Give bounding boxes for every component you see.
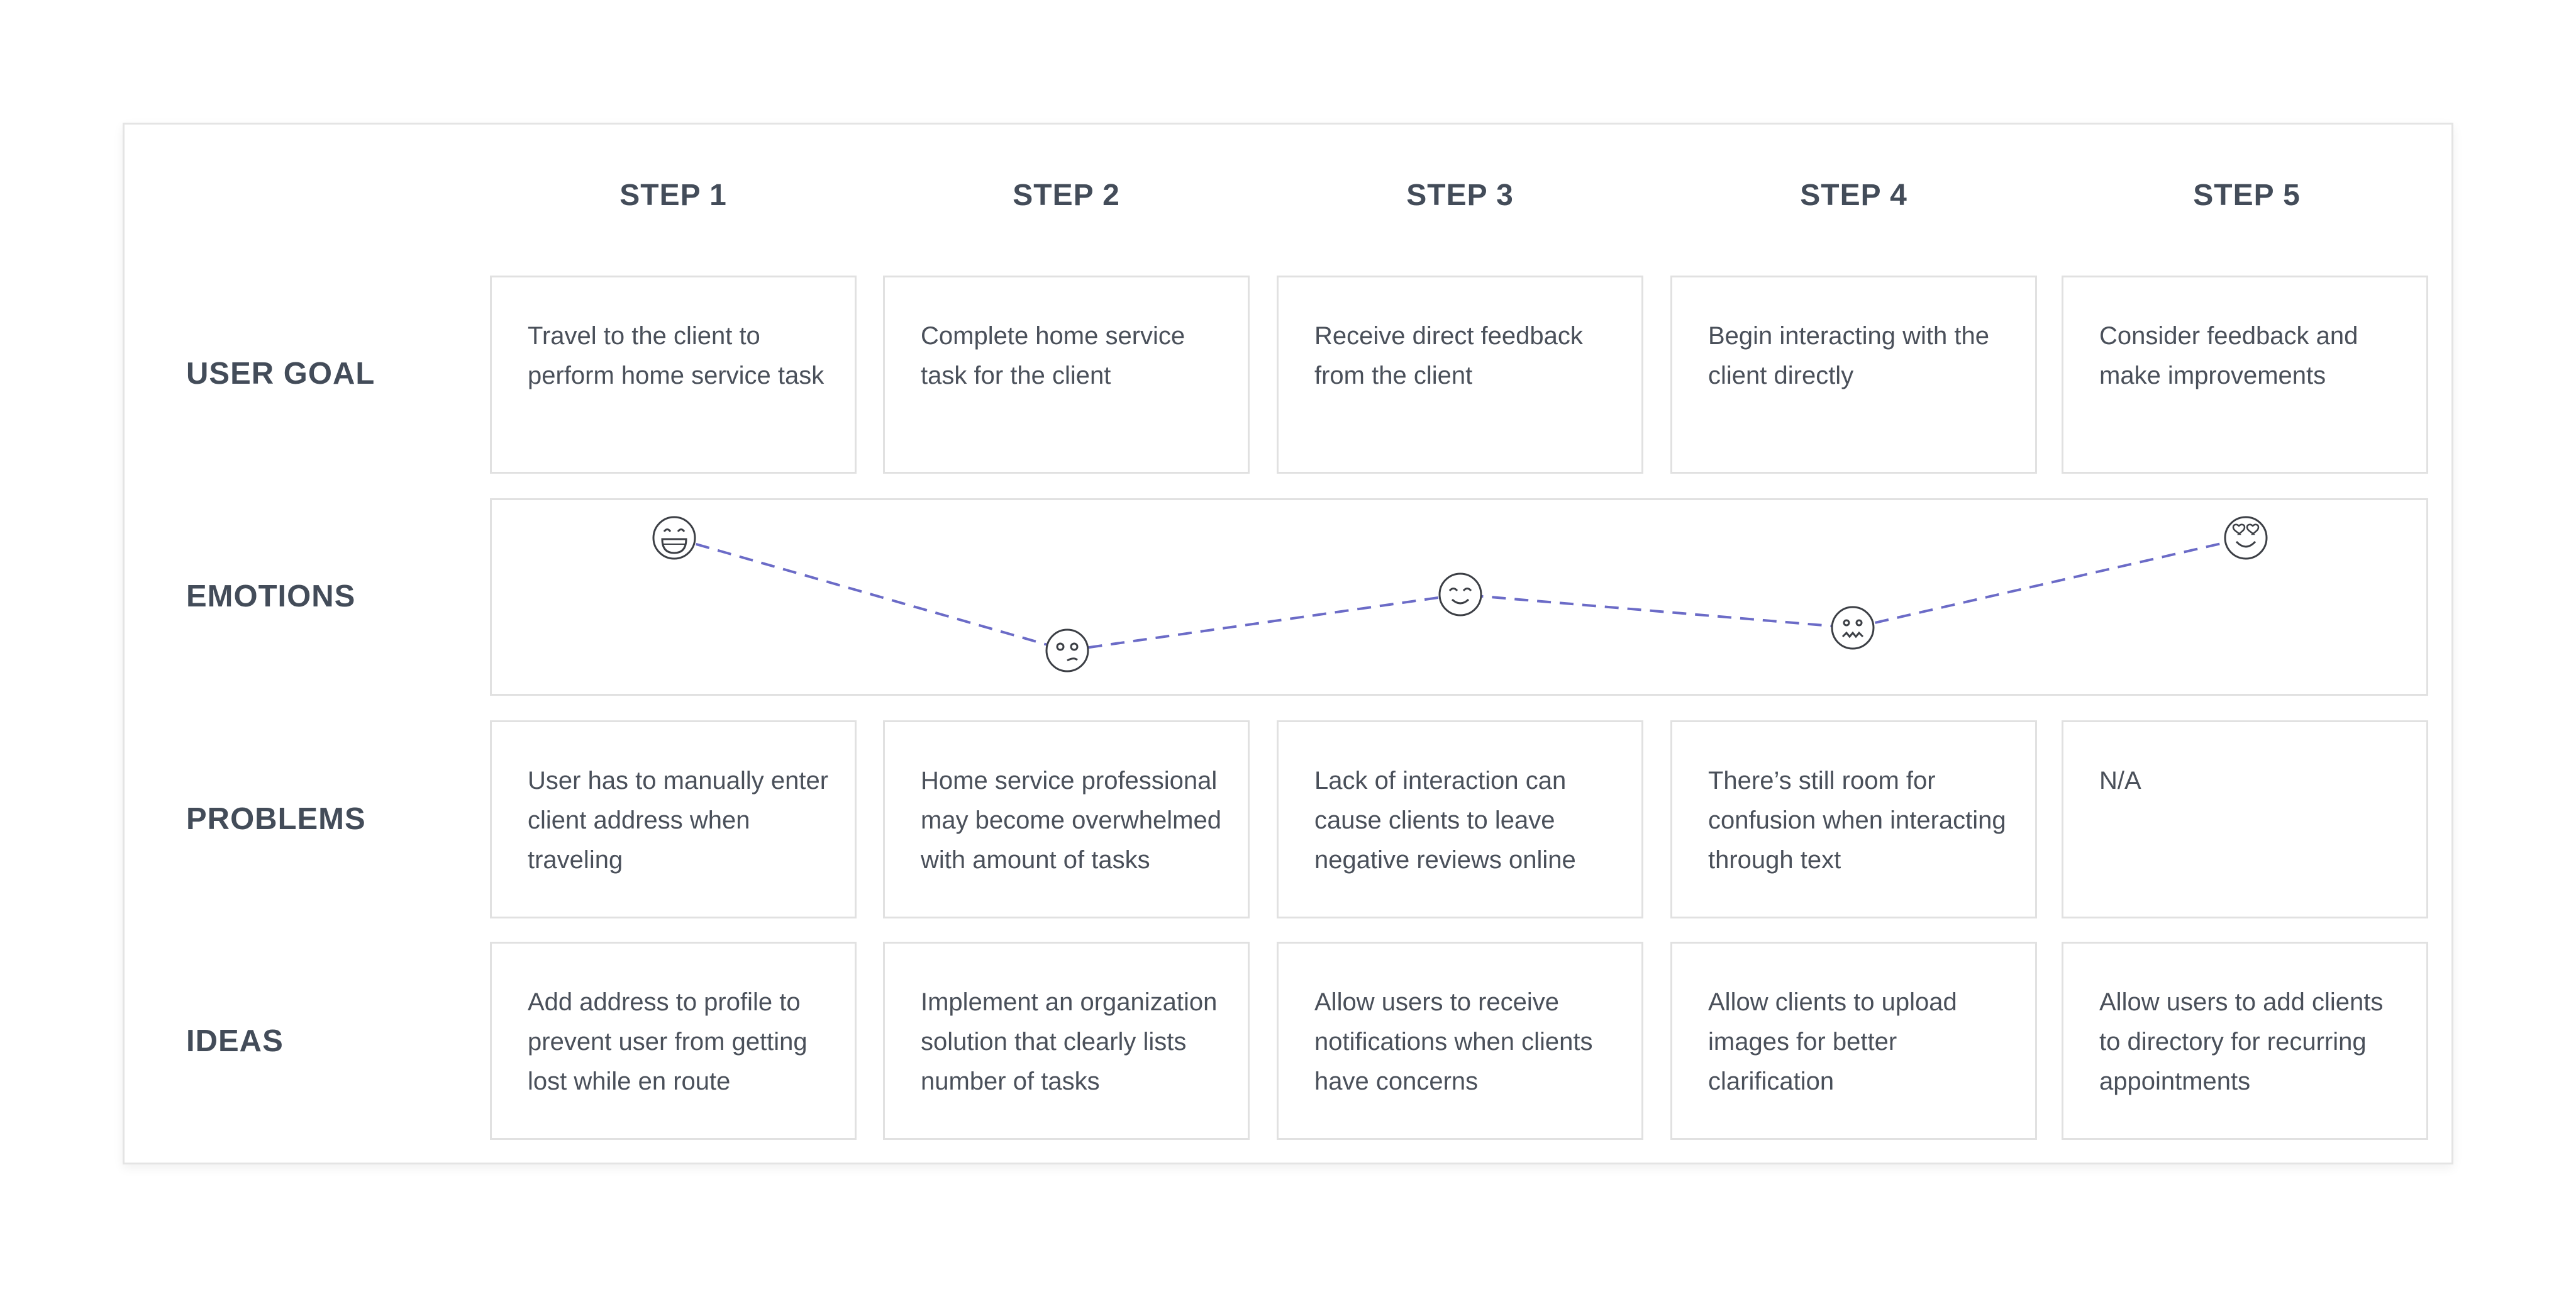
ideas-cell-2: Implement an organization solution that … xyxy=(883,942,1250,1140)
grinning-face-icon xyxy=(652,516,696,560)
problems-cell-5: N/A xyxy=(2062,720,2428,918)
ideas-cell-1: Add address to profile to prevent user f… xyxy=(490,942,857,1140)
problems-cell-2: Home service professional may become ove… xyxy=(883,720,1250,918)
worried-face-icon xyxy=(1831,606,1875,650)
problems-cell-3: Lack of interaction can cause clients to… xyxy=(1277,720,1643,918)
heart-eyes-face-icon xyxy=(2224,516,2268,560)
problems-cell-1: User has to manually enter client addres… xyxy=(490,720,857,918)
confused-face-icon xyxy=(1045,628,1089,672)
ideas-cell-3: Allow users to receive notifications whe… xyxy=(1277,942,1643,1140)
ideas-cell-5: Allow users to add clients to directory … xyxy=(2062,942,2428,1140)
content-face-icon xyxy=(1438,572,1482,617)
problems-cell-4: There’s still room for confusion when in… xyxy=(1670,720,2037,918)
ideas-cell-4: Allow clients to upload images for bette… xyxy=(1670,942,2037,1140)
